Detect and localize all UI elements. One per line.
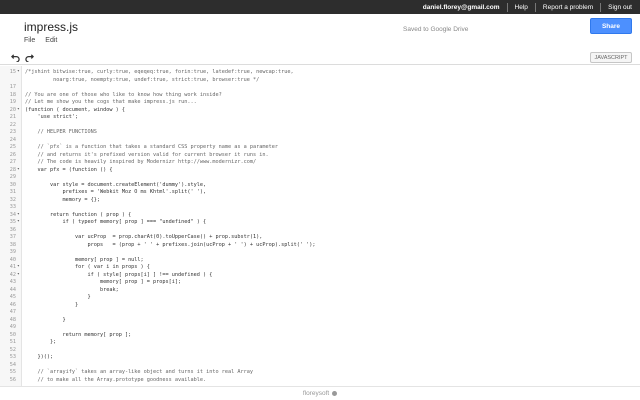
account-bar: daniel.florey@gmail.com Help Report a pr… <box>0 0 640 14</box>
menu-edit[interactable]: Edit <box>45 37 57 44</box>
editor-toolbar: JAVASCRIPT <box>0 50 640 65</box>
menu-file[interactable]: File <box>24 37 35 44</box>
divider <box>534 2 536 12</box>
menu-bar: File Edit <box>24 37 57 44</box>
report-problem-link[interactable]: Report a problem <box>543 4 593 11</box>
divider <box>600 2 602 12</box>
footer: floreysoft <box>0 386 640 400</box>
code-editor[interactable]: 15 ▾/*jshint bitwise:true, curly:true, eq… <box>0 66 640 386</box>
redo-icon[interactable] <box>24 52 35 63</box>
save-status: Saved to Google Drive <box>403 26 469 33</box>
undo-icon[interactable] <box>10 52 21 63</box>
document-title[interactable]: impress.js <box>24 20 78 34</box>
footer-brand: floreysoft <box>302 390 330 397</box>
sign-out-link[interactable]: Sign out <box>608 4 632 11</box>
app-header: impress.js File Edit Saved to Google Dri… <box>0 14 640 50</box>
share-button[interactable]: Share <box>590 18 632 34</box>
language-mode-button[interactable]: JAVASCRIPT <box>590 52 632 63</box>
brand-logo-icon <box>332 391 338 396</box>
account-email[interactable]: daniel.florey@gmail.com <box>423 4 500 11</box>
divider <box>506 2 508 12</box>
line-number: 56 <box>9 376 16 383</box>
help-link[interactable]: Help <box>515 4 528 11</box>
code-line[interactable]: 56 // to make all the Array.prototype go… <box>0 376 640 384</box>
code-text: // to make all the Array.prototype goodn… <box>25 376 207 383</box>
